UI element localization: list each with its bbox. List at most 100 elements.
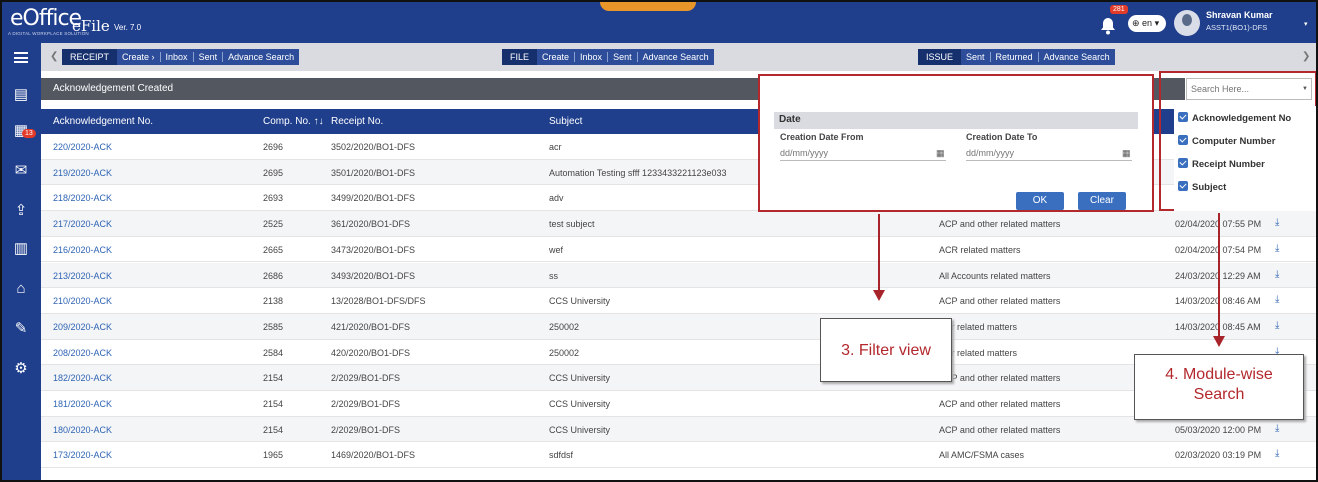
ack-no-link[interactable]: 217/2020-ACK	[53, 219, 112, 229]
checkbox-checked-icon[interactable]	[1178, 181, 1188, 191]
filter-ok-button[interactable]: OK	[1016, 192, 1064, 210]
download-icon[interactable]: ⤓	[1275, 243, 1279, 254]
app-window: eOffice A DIGITAL WORKPLACE SOLUTION eFi…	[0, 0, 1318, 482]
nav-scroll-right-icon[interactable]: ❯	[1302, 51, 1310, 62]
calendar-icon[interactable]: ▦	[936, 148, 945, 159]
ack-no-link[interactable]: 213/2020-ACK	[53, 271, 112, 281]
filter-view-callout: 3. Filter view	[820, 318, 952, 382]
table-row[interactable]: 181/2020-ACK 2154 2/2029/BO1-DFS CCS Univer…	[41, 391, 1316, 417]
issue-returned-link[interactable]: Returned	[991, 49, 1038, 65]
download-icon[interactable]: ⤓	[1275, 217, 1279, 228]
download-icon[interactable]: ⤓	[1275, 269, 1279, 280]
table-row[interactable]: 209/2020-ACK 2585 421/2020/BO1-DFS 250002th…	[41, 313, 1316, 340]
file-inbox-link[interactable]: Inbox	[575, 49, 607, 65]
file-advance-search-link[interactable]: Advance Search	[638, 49, 714, 65]
issue-nav-label: ISSUE	[918, 49, 962, 65]
table-row[interactable]: 182/2020-ACK 2154 2/2029/BO1-DFS CCS Univer…	[41, 365, 1316, 391]
sidebar-home-icon[interactable]: ⌂	[11, 279, 31, 299]
top-pull-handle[interactable]	[600, 2, 696, 11]
ack-no-link[interactable]: 209/2020-ACK	[53, 322, 112, 332]
comp-no-cell: 2154	[263, 424, 284, 435]
ack-no-link[interactable]: 180/2020-ACK	[53, 425, 112, 435]
subject-cell: wef	[549, 244, 564, 255]
menu-toggle[interactable]	[2, 43, 41, 71]
ack-no-link[interactable]: 208/2020-ACK	[53, 348, 112, 358]
download-icon[interactable]: ⤓	[1275, 294, 1279, 305]
col-comp-no[interactable]: Comp. No. ↑↓	[263, 116, 324, 127]
table-row[interactable]: 208/2020-ACK 2584 420/2020/BO1-DFS 250002th…	[41, 340, 1316, 366]
receipt-no-cell: 2/2029/BO1-DFS	[331, 399, 401, 409]
col-ack-no[interactable]: Acknowledgement No.	[53, 116, 153, 127]
checkbox-checked-icon[interactable]	[1178, 158, 1188, 168]
ack-no-link[interactable]: 210/2020-ACK	[53, 296, 112, 306]
col-subject[interactable]: Subject	[549, 116, 582, 127]
ack-no-link[interactable]: 219/2020-ACK	[53, 168, 112, 178]
language-label: en	[1142, 18, 1153, 28]
ack-no-link[interactable]: 216/2020-ACK	[53, 245, 112, 255]
ack-no-link[interactable]: 182/2020-ACK	[53, 373, 112, 383]
language-selector[interactable]: ⊕ en ▾	[1128, 15, 1166, 32]
table-row[interactable]: 180/2020-ACK 2154 2/2029/BO1-DFS CCS Univer…	[41, 416, 1316, 443]
avatar[interactable]	[1174, 10, 1200, 36]
file-create-link[interactable]: Create	[537, 49, 574, 65]
option-computer-number[interactable]: Computer Number	[1178, 135, 1275, 147]
user-menu-chevron-icon[interactable]: ▾	[1304, 20, 1308, 28]
subject-cell: ss	[549, 270, 558, 281]
table-row[interactable]: 210/2020-ACK 2138 13/2028/BO1-DFS/DFS CCS U…	[41, 288, 1316, 314]
receipt-no-cell: 2/2029/BO1-DFS	[331, 373, 401, 384]
sidebar-dak-icon[interactable]: ✉	[11, 161, 31, 181]
table-row[interactable]: 213/2020-ACK 2686 3493/2020/BO1-DFS ss All A…	[41, 262, 1316, 289]
date-to-label: Creation Date To	[966, 132, 1038, 142]
comp-no-cell: 2154	[263, 373, 284, 384]
receipt-no-cell: 13/2028/BO1-DFS/DFS	[331, 296, 426, 307]
issue-sent-link[interactable]: Sent	[961, 49, 990, 65]
date-to-input[interactable]	[966, 143, 1132, 161]
download-icon[interactable]: ⤓	[1275, 423, 1279, 434]
option-receipt-number[interactable]: Receipt Number	[1178, 158, 1265, 170]
table-row[interactable]: 173/2020-ACK 1965 1469/2020/BO1-DFS sdfdsf A…	[41, 442, 1316, 469]
sidebar-file-icon[interactable]: ▤	[11, 85, 31, 105]
col-receipt-no[interactable]: Receipt No.	[331, 116, 383, 127]
sidebar-reports-icon[interactable]: ▥	[11, 239, 31, 259]
module-search-options: Acknowledgement No Computer Number Recei…	[1174, 106, 1316, 211]
filter-clear-button[interactable]: Clear	[1078, 192, 1126, 210]
ack-no-link[interactable]: 220/2020-ACK	[53, 142, 112, 152]
receipt-no-cell: 361/2020/BO1-DFS	[331, 219, 411, 230]
receipt-inbox-link[interactable]: Inbox	[161, 49, 193, 65]
app-name: eFile	[72, 17, 110, 35]
bell-icon[interactable]	[1100, 16, 1116, 36]
option-ack-no[interactable]: Acknowledgement No	[1178, 112, 1291, 124]
comp-no-cell: 2665	[263, 244, 284, 255]
receipt-no-cell: 3493/2020/BO1-DFS	[331, 270, 416, 281]
option-subject[interactable]: Subject	[1178, 181, 1226, 193]
eoffice-logo: eOffice A DIGITAL WORKPLACE SOLUTION	[8, 6, 128, 40]
sidebar-upload-icon[interactable]: ⇪	[11, 201, 31, 221]
logo-text: eOffice	[10, 6, 82, 31]
ack-no-link[interactable]: 181/2020-ACK	[53, 399, 112, 409]
sidebar-settings-icon[interactable]: ⚙	[11, 359, 31, 379]
download-icon[interactable]: ⤓	[1275, 320, 1279, 331]
nav-scroll-left-icon[interactable]: ❮	[50, 51, 58, 62]
ack-no-link[interactable]: 173/2020-ACK	[53, 450, 112, 460]
callout-line: Search	[1193, 386, 1245, 403]
calendar-icon[interactable]: ▦	[1122, 148, 1131, 159]
receipt-no-cell: 1469/2020/BO1-DFS	[331, 450, 416, 461]
table-row[interactable]: 216/2020-ACK 2665 3473/2020/BO1-DFS wef ACR …	[41, 237, 1316, 263]
checkbox-checked-icon[interactable]	[1178, 112, 1188, 122]
file-sent-link[interactable]: Sent	[608, 49, 637, 65]
user-name[interactable]: Shravan Kumar	[1206, 10, 1273, 20]
date-from-input[interactable]	[780, 143, 946, 161]
receipt-advance-search-link[interactable]: Advance Search	[223, 49, 299, 65]
sidebar-mail-icon[interactable]: ✎	[11, 319, 31, 339]
comp-no-cell: 2138	[263, 296, 284, 307]
category-cell: ACP and other related matters	[939, 219, 1061, 230]
ack-no-link[interactable]: 218/2020-ACK	[53, 193, 112, 203]
category-cell: ACP and other related matters	[939, 399, 1061, 409]
receipt-sent-link[interactable]: Sent	[194, 49, 223, 65]
download-icon[interactable]: ⤓	[1275, 448, 1279, 459]
issue-advance-search-link[interactable]: Advance Search	[1039, 49, 1115, 65]
filter-section-title: Date	[774, 112, 1138, 129]
checkbox-checked-icon[interactable]	[1178, 135, 1188, 145]
receipt-create-link[interactable]: Create ›	[117, 49, 160, 65]
table-row[interactable]: 217/2020-ACK 2525 361/2020/BO1-DFS test sub…	[41, 211, 1316, 237]
